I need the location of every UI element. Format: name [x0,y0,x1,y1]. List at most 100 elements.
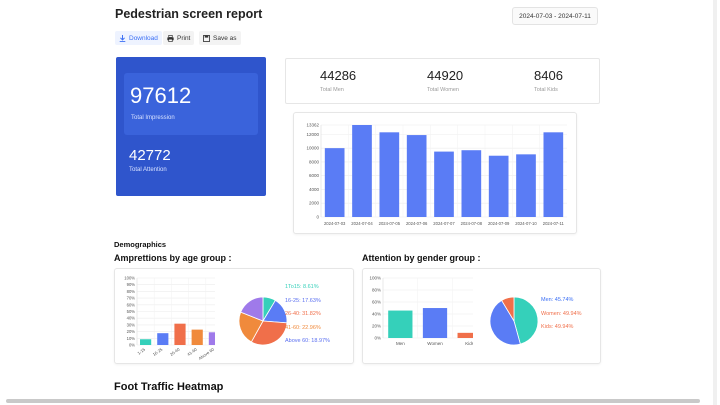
total-kids-label: Total Kids [534,87,558,93]
x-tick-label: 1-15 [136,346,146,355]
bar [191,329,203,345]
printer-icon [167,34,174,42]
y-tick-label: 0% [129,343,135,348]
x-tick-label: Men [396,341,405,346]
gender-group-card: 0% 20% 40% 60% 80% 100% Men Women Kids Men: 45.7… [362,268,601,364]
y-tick-label: 20% [127,329,136,334]
vertical-scrollbar[interactable] [713,0,717,405]
bar [379,132,400,217]
legend-item: 41-60: 22.96% [285,324,321,331]
total-women-value: 44920 [427,68,464,83]
bar [457,332,473,338]
print-button[interactable]: Print [163,31,195,45]
page-title: Pedestrian screen report [115,7,263,21]
bar [406,135,427,217]
daily-chart-card: 0 2000 4000 6000 8000 10000 12000 13362 2024-07-… [293,112,577,234]
x-tick-label: 2024-07-07 [433,221,455,226]
bar [157,333,169,345]
y-tick-label: 80% [372,288,381,293]
total-attention-label: Total Attention [129,167,167,173]
bar [140,339,152,345]
heatmap-title: Foot Traffic Heatmap [114,381,224,393]
bar [543,132,564,217]
bar [324,148,345,217]
bar [174,323,186,345]
x-tick-label: 2024-07-04 [351,221,373,226]
total-impression-label: Total Impression [131,115,175,121]
y-tick-label: 30% [127,322,136,327]
bar [488,155,509,217]
bar [208,332,215,345]
download-button[interactable]: Download [115,31,162,45]
y-tick-label: 60% [127,302,136,307]
y-tick-label: 100% [369,276,381,281]
y-tick-label: 20% [372,324,381,329]
y-tick-label: 100% [124,276,135,281]
y-tick-label: 6000 [309,173,320,178]
gender-bar-chart: 0% 20% 40% 60% 80% 100% Men Women Kids [369,276,473,346]
total-women-label: Total Women [427,87,459,93]
date-range-picker[interactable]: 2024-07-03 - 2024-07-11 [512,7,598,25]
y-tick-label: 8000 [309,159,320,164]
y-tick-label: 80% [127,289,136,294]
download-label: Download [129,34,158,42]
x-tick-label: 2024-07-03 [324,221,346,226]
age-pie-chart [238,296,288,346]
bar [388,310,413,338]
age-bar-chart: 0% 10% 20% 30%40% 50% 60%70% 80% 90%100% 1-15 16-… [124,276,215,361]
print-label: Print [177,34,191,42]
total-kids-value: 8406 [534,68,563,83]
x-tick-label: 2024-07-06 [406,221,428,226]
y-tick-label: 40% [372,312,381,317]
demographics-heading: Demographics [114,240,167,249]
legend-item: Men: 45.74% [541,297,574,303]
age-group-card: 0% 10% 20% 30% 40% 50% 60% 70% 80% 90% 100% 1-15 16-… [114,268,354,364]
age-legend: 1To15: 8.61% 16-25: 17.63% 26-40: 31.82% 41… [285,284,330,352]
total-impression-value: 97612 [130,83,192,108]
y-tick-label: 60% [372,300,381,305]
gender-group-title: Attention by gender group : [362,253,481,263]
y-tick-label: 10000 [306,146,319,151]
x-tick-label: 2024-07-08 [461,221,483,226]
legend-item: 16-25: 17.63% [285,297,321,304]
legend-item: Kids: 49.94% [541,324,574,330]
x-tick-label: 2024-07-10 [515,221,537,226]
x-tick-label: 26-40 [169,346,181,357]
download-icon [119,34,126,42]
age-group-title: Amprettions by age group : [114,253,232,263]
bar [516,154,536,217]
y-tick-label: 40% [127,316,136,321]
bar [461,150,482,217]
y-tick-label: 90% [127,282,136,287]
horizontal-scrollbar[interactable] [6,399,700,403]
bar [352,125,372,217]
bar [422,308,448,338]
x-tick-label: Kids [465,341,473,346]
x-tick-label: Women [427,341,443,346]
x-tick-label: 41-60 [186,346,198,357]
y-tick-label: 4000 [309,187,320,192]
total-attention-value: 42772 [129,147,171,164]
save-as-button[interactable]: Save as [199,31,241,45]
y-tick-label: 2000 [309,201,320,206]
y-tick-label: 10% [127,336,136,341]
legend-item: 26-40: 31.82% [285,311,321,317]
y-tick-label: 50% [127,309,136,314]
x-tick-label: Above 60 [198,346,215,361]
gender-pie-chart [489,296,539,346]
legend-item: Above 60: 18.97% [285,338,330,344]
total-men-label: Total Men [320,87,344,93]
bar [434,151,454,217]
y-tick-label: 70% [127,296,136,301]
y-tick-label: 12000 [306,132,319,137]
save-as-label: Save as [213,34,237,42]
legend-item: Women: 49.94% [541,310,582,317]
total-men-value: 44286 [320,68,357,83]
y-tick-label: 0 [316,215,319,220]
x-tick-label: 2024-07-11 [543,221,565,226]
y-tick-label: 13362 [306,123,319,128]
x-tick-label: 2024-07-09 [488,221,510,226]
save-icon [203,34,210,42]
x-tick-label: 2024-07-05 [379,221,401,226]
x-tick-label: 16-25 [152,346,164,357]
